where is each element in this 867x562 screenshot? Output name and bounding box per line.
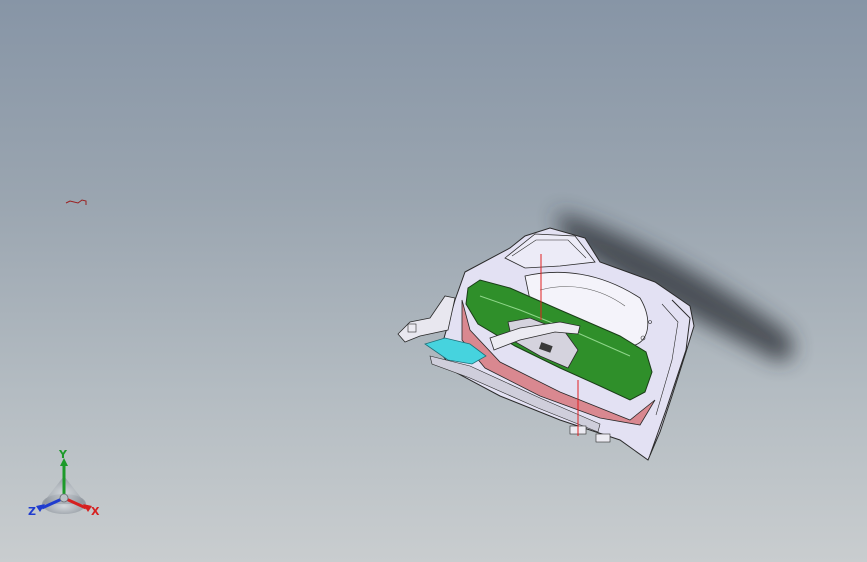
cad-model-door-panel[interactable] [0, 0, 867, 562]
y-axis-label: Y [58, 448, 68, 461]
reference-triad: Y X Z [28, 448, 100, 518]
graphics-viewport[interactable]: Y X Z [0, 0, 867, 562]
x-axis-label: X [91, 505, 100, 518]
z-axis-label: Z [28, 505, 36, 518]
